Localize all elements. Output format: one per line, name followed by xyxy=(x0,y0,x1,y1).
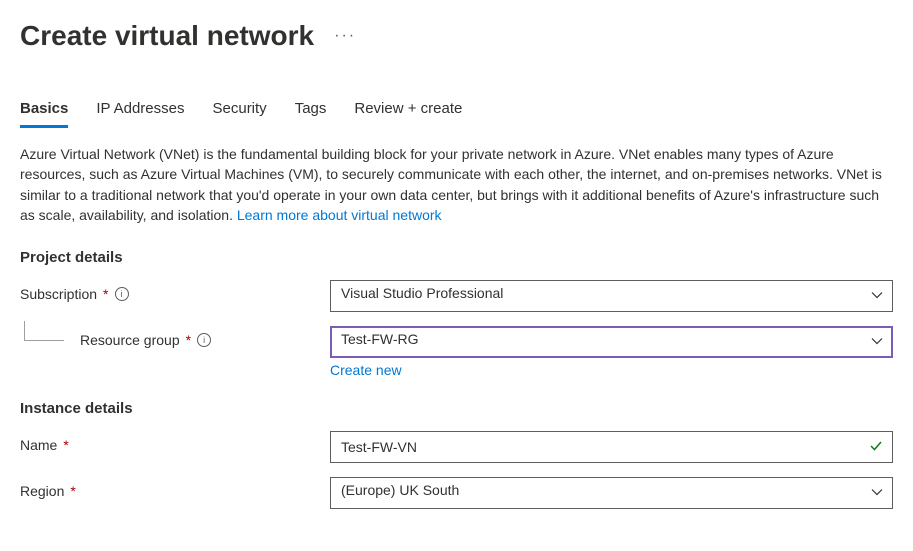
section-instance-details: Instance details xyxy=(20,400,893,417)
description-text: Azure Virtual Network (VNet) is the fund… xyxy=(20,144,890,225)
tab-security[interactable]: Security xyxy=(213,92,267,128)
tree-connector-icon xyxy=(24,321,64,341)
info-icon[interactable]: i xyxy=(197,333,211,347)
resource-group-label: Resource group xyxy=(80,332,180,348)
tab-review-create[interactable]: Review + create xyxy=(354,92,462,128)
required-asterisk: * xyxy=(186,332,191,348)
name-label: Name xyxy=(20,437,57,453)
required-asterisk: * xyxy=(70,483,75,499)
learn-more-link[interactable]: Learn more about virtual network xyxy=(237,207,442,223)
required-asterisk: * xyxy=(63,437,68,453)
section-project-details: Project details xyxy=(20,249,893,266)
info-icon[interactable]: i xyxy=(115,287,129,301)
create-new-resource-group-link[interactable]: Create new xyxy=(330,362,402,378)
resource-group-select[interactable]: Test-FW-RG xyxy=(330,326,893,358)
region-select[interactable]: (Europe) UK South xyxy=(330,477,893,509)
subscription-label: Subscription xyxy=(20,286,97,302)
subscription-select[interactable]: Visual Studio Professional xyxy=(330,280,893,312)
tab-ip-addresses[interactable]: IP Addresses xyxy=(96,92,184,128)
more-options-icon[interactable]: ··· xyxy=(334,27,356,45)
page-title: Create virtual network xyxy=(20,20,314,52)
tab-tags[interactable]: Tags xyxy=(295,92,327,128)
tab-bar: Basics IP Addresses Security Tags Review… xyxy=(20,92,893,128)
region-label: Region xyxy=(20,483,64,499)
name-input[interactable] xyxy=(330,431,893,463)
tab-basics[interactable]: Basics xyxy=(20,92,68,128)
check-icon xyxy=(869,439,883,456)
required-asterisk: * xyxy=(103,286,108,302)
